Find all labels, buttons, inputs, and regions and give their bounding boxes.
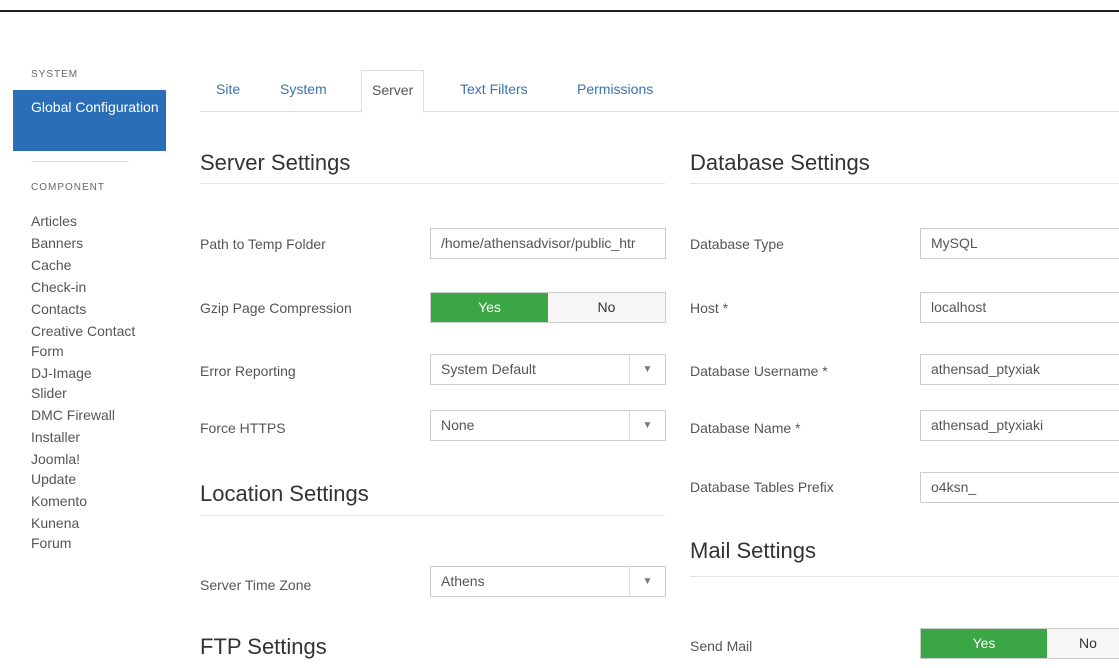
database-settings-rule xyxy=(690,183,1119,184)
sidebar-item-check-in[interactable]: Check-in xyxy=(31,277,166,299)
temp-folder-label: Path to Temp Folder xyxy=(200,236,326,252)
sidebar-item-cache[interactable]: Cache xyxy=(31,255,166,277)
ftp-settings-title: FTP Settings xyxy=(200,634,327,659)
tab-text-filters[interactable]: Text Filters xyxy=(460,70,528,112)
host-input[interactable]: localhost xyxy=(920,292,1119,323)
host-label: Host * xyxy=(690,300,729,316)
sidebar-item-banners[interactable]: Banners xyxy=(31,233,166,255)
send-mail-label: Send Mail xyxy=(690,638,753,654)
send-mail-no-button[interactable]: No xyxy=(1047,629,1119,658)
error-reporting-select[interactable]: System Default ▼ xyxy=(430,354,666,385)
sidebar-item-installer[interactable]: Installer xyxy=(31,427,166,449)
mail-settings-rule xyxy=(690,576,1119,577)
sidebar-component-list: Articles Banners Cache Check-in Contacts… xyxy=(31,211,166,555)
gzip-no-button[interactable]: No xyxy=(548,293,665,322)
chevron-down-icon: ▼ xyxy=(629,411,665,440)
sidebar-item-creative-contact-form[interactable]: Creative Contact Form xyxy=(31,321,141,363)
database-prefix-label: Database Tables Prefix xyxy=(690,479,834,495)
database-prefix-input[interactable]: o4ksn_ xyxy=(920,472,1119,503)
sidebar-item-dj-imageslider[interactable]: DJ-ImageSlider xyxy=(31,363,101,405)
temp-folder-input[interactable]: /home/athensadvisor/public_htr xyxy=(430,228,666,259)
location-settings-rule xyxy=(200,515,665,516)
force-https-label: Force HTTPS xyxy=(200,420,286,436)
location-settings-title: Location Settings xyxy=(200,481,369,506)
force-https-select[interactable]: None ▼ xyxy=(430,410,666,441)
config-tabs: Site System Server Text Filters Permissi… xyxy=(200,70,1119,113)
database-username-label: Database Username * xyxy=(690,363,828,379)
database-name-label: Database Name * xyxy=(690,420,801,436)
error-reporting-label: Error Reporting xyxy=(200,363,296,379)
database-type-input[interactable]: MySQL xyxy=(920,228,1119,259)
server-settings-title: Server Settings xyxy=(200,150,351,175)
sidebar-header-system: SYSTEM xyxy=(31,69,79,80)
database-settings-title: Database Settings xyxy=(690,150,870,175)
gzip-toggle: Yes No xyxy=(430,292,666,323)
gzip-label: Gzip Page Compression xyxy=(200,300,352,316)
top-border xyxy=(0,10,1119,12)
tab-system[interactable]: System xyxy=(280,70,327,112)
database-username-input[interactable]: athensad_ptyxiak xyxy=(920,354,1119,385)
gzip-yes-button[interactable]: Yes xyxy=(431,293,548,322)
sidebar-item-contacts[interactable]: Contacts xyxy=(31,299,166,321)
chevron-down-icon: ▼ xyxy=(629,567,665,596)
chevron-down-icon: ▼ xyxy=(629,355,665,384)
sidebar-item-dmc-firewall[interactable]: DMC Firewall xyxy=(31,405,166,427)
sidebar-item-komento[interactable]: Komento xyxy=(31,491,166,513)
send-mail-toggle: Yes No xyxy=(920,628,1119,659)
sidebar-item-global-configuration[interactable]: Global Configuration xyxy=(13,90,166,151)
sidebar-header-component: COMPONENT xyxy=(31,182,105,193)
sidebar-item-kunena-forum[interactable]: Kunena Forum xyxy=(31,513,101,555)
server-settings-rule xyxy=(200,183,665,184)
sidebar-item-joomla-update[interactable]: Joomla! Update xyxy=(31,449,101,491)
error-reporting-value: System Default xyxy=(441,361,536,377)
server-time-zone-value: Athens xyxy=(441,573,485,589)
server-time-zone-select[interactable]: Athens ▼ xyxy=(430,566,666,597)
sidebar-divider xyxy=(31,161,129,162)
database-type-label: Database Type xyxy=(690,236,784,252)
tab-site[interactable]: Site xyxy=(216,70,240,112)
database-name-input[interactable]: athensad_ptyxiaki xyxy=(920,410,1119,441)
sidebar-item-articles[interactable]: Articles xyxy=(31,211,166,233)
server-time-zone-label: Server Time Zone xyxy=(200,577,312,593)
tab-permissions[interactable]: Permissions xyxy=(577,70,653,112)
force-https-value: None xyxy=(441,417,475,433)
mail-settings-title: Mail Settings xyxy=(690,538,816,563)
tab-server[interactable]: Server xyxy=(361,70,425,113)
send-mail-yes-button[interactable]: Yes xyxy=(921,629,1047,658)
